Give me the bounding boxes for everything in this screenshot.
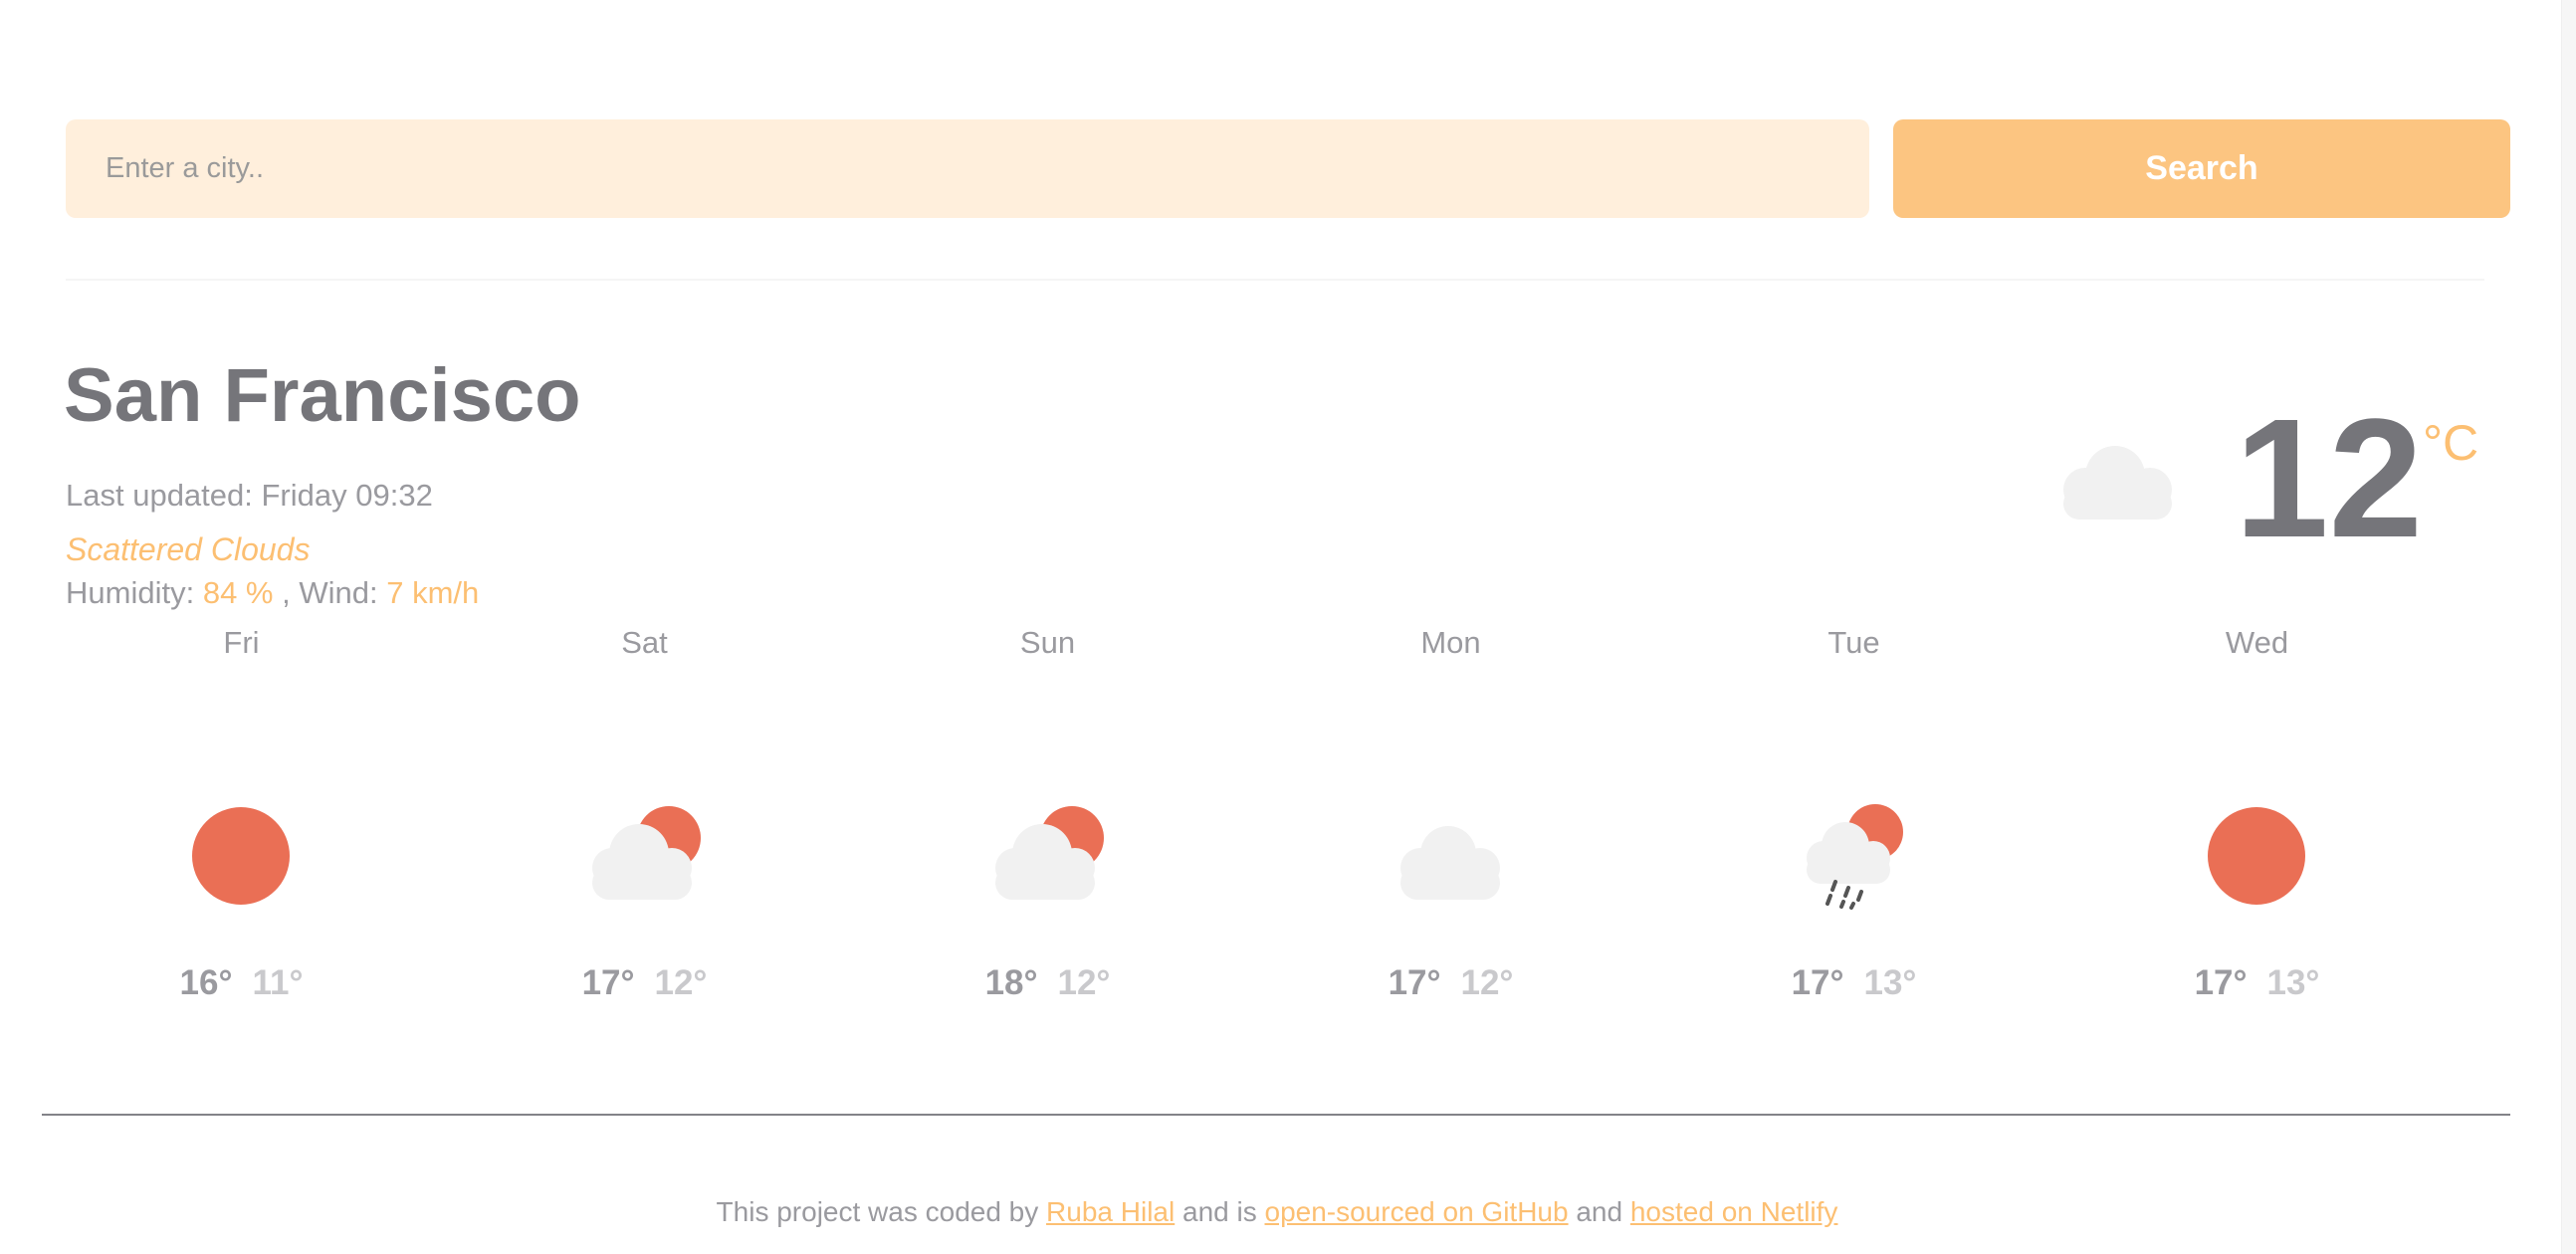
forecast-max-temp: 17° xyxy=(2194,963,2248,1002)
cloud-icon xyxy=(1400,826,1500,900)
footer-text: This project was coded by xyxy=(716,1196,1039,1227)
forecast-day: Sun 18° 12° xyxy=(846,617,1249,1015)
cloud-icon xyxy=(2063,446,2172,520)
bottom-divider xyxy=(42,1114,2510,1116)
wind-value: 7 km/h xyxy=(386,575,480,610)
forecast-day: Mon 17° 12° xyxy=(1249,617,1652,1015)
forecast-temps: 17° 12° xyxy=(1249,963,1652,1003)
forecast-min-temp: 11° xyxy=(252,963,304,1002)
humidity-label: Humidity: xyxy=(66,575,195,610)
weather-app: Search San Francisco Last updated: Frida… xyxy=(0,0,2576,1254)
author-link[interactable]: Ruba Hilal xyxy=(1046,1196,1175,1227)
footer: This project was coded by Ruba Hilal and… xyxy=(0,1196,2554,1228)
forecast-day-label: Sat xyxy=(621,625,668,660)
forecast-day-label: Sun xyxy=(1019,625,1076,660)
footer-text: and xyxy=(1576,1196,1623,1227)
forecast-day-label: Tue xyxy=(1827,625,1880,660)
forecast-min-temp: 12° xyxy=(1460,963,1514,1002)
current-temperature: 12 xyxy=(2235,384,2424,573)
forecast-day: Tue 17° 13° xyxy=(1652,617,2055,1015)
forecast-day: Wed 17° 13° xyxy=(2055,617,2459,1015)
search-button[interactable]: Search xyxy=(1893,119,2510,218)
forecast-temps: 17° 13° xyxy=(2055,963,2459,1003)
forecast-max-temp: 17° xyxy=(1388,963,1441,1002)
forecast-temps: 18° 12° xyxy=(846,963,1249,1003)
forecast-max-temp: 17° xyxy=(1791,963,1844,1002)
current-conditions: Humidity: 84 % , Wind: 7 km/h xyxy=(66,575,479,611)
temperature-unit-celsius[interactable]: °C xyxy=(2423,418,2478,468)
forecast-max-temp: 18° xyxy=(984,963,1038,1002)
partly-cloudy-icon xyxy=(995,806,1104,900)
forecast-day-label: Mon xyxy=(1420,625,1481,660)
forecast-min-temp: 12° xyxy=(654,963,708,1002)
forecast-min-temp: 13° xyxy=(1863,963,1917,1002)
footer-text: and is xyxy=(1182,1196,1257,1227)
forecast-day-label: Wed xyxy=(2225,625,2289,660)
forecast-min-temp: 13° xyxy=(2266,963,2320,1002)
sun-icon xyxy=(192,807,290,905)
forecast-temps: 16° 11° xyxy=(40,963,443,1003)
forecast: Fri 16° 11° Sat 17° 12° Sun 18° 12° Mon 17° 12° Tue 1… xyxy=(40,617,2488,1015)
scrollbar-track[interactable] xyxy=(2561,0,2576,1254)
sun-icon xyxy=(2208,807,2305,905)
partly-cloudy-icon xyxy=(592,806,701,900)
forecast-min-temp: 12° xyxy=(1057,963,1111,1002)
last-updated: Last updated: Friday 09:32 xyxy=(66,478,433,513)
weather-description: Scattered Clouds xyxy=(66,531,311,567)
city-name: San Francisco xyxy=(64,353,581,438)
github-link[interactable]: open-sourced on GitHub xyxy=(1265,1196,1569,1227)
forecast-max-temp: 16° xyxy=(179,963,233,1002)
forecast-day-label: Fri xyxy=(223,625,260,660)
top-divider xyxy=(66,279,2484,281)
wind-label: , Wind: xyxy=(282,575,378,610)
forecast-day: Sat 17° 12° xyxy=(443,617,846,1015)
netlify-link[interactable]: hosted on Netlify xyxy=(1630,1196,1838,1227)
forecast-max-temp: 17° xyxy=(581,963,635,1002)
forecast-temps: 17° 13° xyxy=(1652,963,2055,1003)
humidity-value: 84 % xyxy=(202,575,274,610)
forecast-day: Fri 16° 11° xyxy=(40,617,443,1015)
forecast-temps: 17° 12° xyxy=(443,963,846,1003)
city-search-input[interactable] xyxy=(66,119,1869,218)
rain-sun-icon xyxy=(1807,804,1903,910)
